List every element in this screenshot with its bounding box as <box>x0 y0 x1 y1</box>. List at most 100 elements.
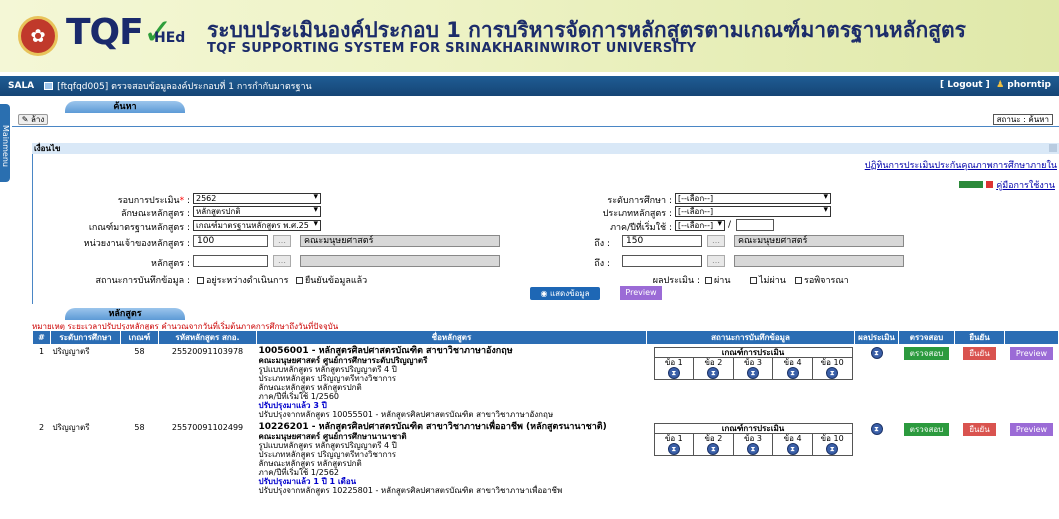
hourglass-icon: ⧗ <box>667 443 680 455</box>
hourglass-icon: ⧗ <box>786 443 799 455</box>
record-status-label: สถานะการบันทึกข้อมูล : <box>95 276 190 286</box>
course-label: หลักสูตร : <box>151 259 190 269</box>
col-record-status: สถานะการบันทึกข้อมูล <box>646 330 855 345</box>
page: ✿ TQF✓ HEd ระบบประเมินองค์ประกอบ 1 การบร… <box>0 0 1059 519</box>
clear-button[interactable]: ✎ ล้าง <box>18 114 48 125</box>
manual-link[interactable]: คู่มือการใช้งาน <box>996 181 1055 191</box>
nav-right: [ Logout ] ♟ phorntip <box>940 80 1051 90</box>
pdf-icon <box>986 181 994 188</box>
type-select[interactable]: [--เลือก--] <box>675 206 831 217</box>
hourglass-icon: ⧗ <box>826 443 839 455</box>
course-term: ภาค/ปีที่เริ่มใช้ 1/2560 <box>258 392 340 401</box>
table-header-row: # ระดับการศึกษา เกณฑ์ รหัสหลักสูตร สกอ. … <box>32 330 1059 345</box>
logout-link[interactable]: [ Logout ] <box>940 80 990 90</box>
result-pending-checkbox[interactable]: รอพิจารณา <box>795 273 849 287</box>
course-from-input[interactable] <box>193 255 268 267</box>
term-slash: / <box>728 220 732 230</box>
course-type: ประเภทหลักสูตร ปริญญาตรีทางวิชาการ <box>258 374 397 383</box>
criteria-col-2: ข้อ 3 ⧗ <box>734 434 774 455</box>
row-code: 25570091102499 <box>171 423 244 432</box>
criteria-col-4: ข้อ 10 ⧗ <box>820 358 844 379</box>
course-char: ลักษณะหลักสูตร หลักสูตรปกติ <box>258 459 362 468</box>
course-from-name <box>300 255 500 267</box>
row-record-status: เกณฑ์การประเมิน ข้อ 1 ⧗ ข้อ 2 ⧗ ข้อ 3 ⧗ ข้อ 4 ⧗… <box>647 421 855 497</box>
unit-label: หน่วยงานเจ้าของหลักสูตร : <box>83 239 190 249</box>
term-year-input[interactable] <box>736 219 774 231</box>
check-button[interactable]: ตรวจสอบ <box>903 347 950 360</box>
row-preview: Preview <box>1005 345 1059 422</box>
unit-from-name: คณะมนุษยศาสตร์ <box>300 235 500 247</box>
hourglass-icon: ⧗ <box>870 423 883 435</box>
char-select[interactable]: หลักสูตรปกติ <box>193 206 321 217</box>
hed-logo: HEd <box>154 30 186 46</box>
result-pass-checkbox[interactable]: ผ่าน <box>705 273 730 287</box>
confirm-button[interactable]: ยืนยัน <box>963 347 996 360</box>
criteria-col-3: ข้อ 4 ⧗ <box>773 434 813 455</box>
row-details: 10056001 - หลักสูตรศิลปศาสตรบัณฑิต สาขาว… <box>257 345 647 422</box>
level-select[interactable]: [--เลือก--] <box>675 193 831 204</box>
term-select[interactable]: [--เลือก--] <box>675 220 725 231</box>
result-label: ผลประเมิน : <box>652 276 700 286</box>
preview-button[interactable]: Preview <box>620 286 662 300</box>
row-confirm: ยืนยัน <box>955 421 1005 497</box>
course-name: 10226201 - หลักสูตรศิลปศาสตรบัณฑิต สาขาว… <box>258 422 607 432</box>
criteria-col-0: ข้อ 1 ⧗ <box>655 358 695 379</box>
result-fail-checkbox[interactable]: ไม่ผ่าน <box>750 273 786 287</box>
criteria-header: เกณฑ์การประเมิน <box>654 348 852 358</box>
row-level: ปริญญาตรี <box>52 423 90 432</box>
col-name: ชื่อหลักสูตร <box>256 330 647 345</box>
row-check: ตรวจสอบ <box>899 345 955 422</box>
row-criteria: 58 <box>134 423 145 432</box>
unit-to-lookup-button[interactable]: … <box>707 235 725 247</box>
hourglass-icon: ⧗ <box>746 367 759 379</box>
course-to-input[interactable] <box>622 255 702 267</box>
preview-row-button[interactable]: Preview <box>1009 423 1054 436</box>
hourglass-icon: ⧗ <box>746 443 759 455</box>
page-icon <box>44 82 54 90</box>
unit-from-lookup-button[interactable]: … <box>273 235 291 247</box>
confirm-button[interactable]: ยืนยัน <box>963 423 996 436</box>
col-criteria: เกณฑ์ <box>120 330 159 345</box>
calendar-link[interactable]: ปฏิทินการประเมินประกันคุณภาพการศึกษาภายใ… <box>865 158 1057 172</box>
show-data-button[interactable]: ◉ แสดงข้อมูล <box>530 287 600 300</box>
university-seal-icon: ✿ <box>18 16 58 56</box>
unit-to-input[interactable]: 150 <box>622 235 702 247</box>
level-label: ระดับการศึกษา : <box>607 196 672 206</box>
std-select[interactable]: เกณฑ์มาตรฐานหลักสูตร พ.ศ.25 <box>193 220 321 231</box>
collapse-icon[interactable] <box>1049 144 1057 152</box>
check-button[interactable]: ตรวจสอบ <box>903 423 950 436</box>
record-confirmed-checkbox[interactable]: ยืนยันข้อมูลแล้ว <box>296 273 367 287</box>
breadcrumb: [ftqfqd005] ตรวจสอบข้อมูลองค์ประกอบที่ 1… <box>44 79 312 93</box>
col-result: ผลประเมิน <box>854 330 899 345</box>
criteria-col-1: ข้อ 2 ⧗ <box>694 358 734 379</box>
course-to-lookup-button[interactable]: … <box>707 255 725 267</box>
row-level: ปริญญาตรี <box>52 347 90 356</box>
sala-link[interactable]: SALA <box>8 81 34 91</box>
row-result: ⧗ <box>855 421 899 497</box>
criteria-col-4: ข้อ 10 ⧗ <box>820 434 844 455</box>
col-level: ระดับการศึกษา <box>50 330 121 345</box>
col-code: รหัสหลักสูตร สกอ. <box>158 330 257 345</box>
main-menu-tab[interactable]: Mainmenu <box>0 104 10 182</box>
course-to-label: ถึง : <box>594 259 610 269</box>
filter-header: เงื่อนไข <box>32 143 1059 154</box>
unit-from-input[interactable]: 100 <box>193 235 268 247</box>
row-result: ⧗ <box>855 345 899 422</box>
row-code: 25520091103978 <box>171 347 244 356</box>
record-in-progress-checkbox[interactable]: อยู่ระหว่างดำเนินการ <box>197 273 288 287</box>
preview-row-button[interactable]: Preview <box>1009 347 1054 360</box>
criteria-cols: ข้อ 1 ⧗ ข้อ 2 ⧗ ข้อ 3 ⧗ ข้อ 4 ⧗ ข้อ 10 ⧗ <box>655 358 852 379</box>
criteria-col-2: ข้อ 3 ⧗ <box>734 358 774 379</box>
tab-search[interactable]: ค้นหา <box>65 101 185 113</box>
course-from-lookup-button[interactable]: … <box>273 255 291 267</box>
col-confirm: ยืนยัน <box>954 330 1005 345</box>
course-table: # ระดับการศึกษา เกณฑ์ รหัสหลักสูตร สกอ. … <box>32 330 1059 497</box>
course-updated: ปรับปรุงมาแล้ว 3 ปี <box>258 401 327 410</box>
tab-courses[interactable]: หลักสูตร <box>65 308 185 320</box>
type-label: ประเภทหลักสูตร : <box>602 209 672 219</box>
unit-to-label: ถึง : <box>594 239 610 249</box>
round-select[interactable]: 2562 <box>193 193 321 204</box>
criteria-col-1: ข้อ 2 ⧗ <box>694 434 734 455</box>
hourglass-icon: ⧗ <box>870 347 883 359</box>
course-type: ประเภทหลักสูตร ปริญญาตรีทางวิชาการ <box>258 450 397 459</box>
